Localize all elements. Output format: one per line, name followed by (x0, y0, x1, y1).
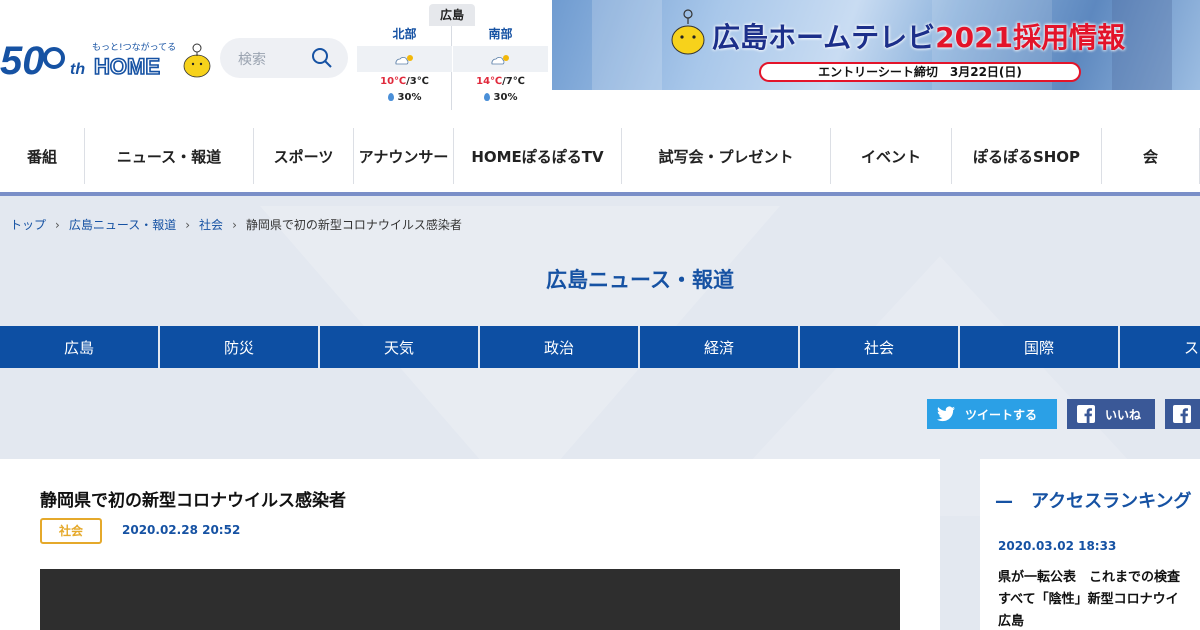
tweet-button[interactable]: ツイートする (927, 399, 1057, 429)
facebook-like-button[interactable]: いいね (1067, 399, 1155, 429)
weather-north-temp: 10℃/3℃ (380, 76, 429, 87)
category-tab[interactable]: 政治 (480, 326, 640, 368)
facebook-icon (1173, 405, 1191, 423)
nav-item[interactable]: 番組 (0, 128, 85, 184)
twitter-bird-icon (937, 406, 955, 422)
weather-south-temp: 14℃/7℃ (476, 76, 525, 87)
global-nav: 番組 ニュース・報道 スポーツ アナウンサー HOMEぽるぽるTV 試写会・プレゼント イベ… (0, 128, 1200, 184)
weather-south-name: 南部 (488, 27, 513, 41)
nav-item[interactable]: イベント (831, 128, 952, 184)
article-date: 2020.02.28 20:52 (122, 523, 241, 537)
article-category-tag[interactable]: 社会 (40, 518, 102, 544)
nav-item[interactable]: スポーツ (254, 128, 354, 184)
logo-tagline: もっと!つながってる (92, 41, 176, 53)
logo-anniv: 50 (0, 39, 45, 82)
breadcrumb-top[interactable]: トップ (10, 218, 46, 232)
category-tabs: 広島防災天気政治経済社会国際スポ (0, 326, 1200, 368)
ranking-sidebar: — アクセスランキング 2020.03.02 18:33 県が一転公表 これまで… (980, 459, 1200, 630)
breadcrumb-chevron-icon: › (232, 218, 237, 232)
nav-item[interactable]: 試写会・プレゼント (622, 128, 831, 184)
breadcrumb-news[interactable]: 広島ニュース・報道 (69, 218, 176, 232)
nav-item[interactable]: ぽるぽるSHOP (952, 128, 1102, 184)
article-card: 静岡県で初の新型コロナウイルス感染者 社会 2020.02.28 20:52 (0, 459, 940, 630)
nav-item[interactable]: アナウンサー (354, 128, 454, 184)
weather-region-tab[interactable]: 広島 (429, 4, 475, 26)
banner-building-shape (592, 0, 662, 90)
weather-north[interactable]: 北部 10℃/3℃ 30% (357, 26, 452, 110)
recruit-banner[interactable]: 広島ホームテレビ2021採用情報 エントリーシート締切 3月22日(日) (552, 0, 1200, 90)
ranking-item-title-line: すべて「陰性」新型コロナウイ (998, 592, 1179, 607)
weather-south-icon-bar (453, 46, 548, 72)
banner-title: 広島ホームテレビ2021採用情報 (712, 16, 1125, 56)
ranking-title: — アクセスランキング (995, 491, 1192, 512)
weather-north-hi: 10℃ (380, 76, 407, 87)
category-tab[interactable]: スポ (1120, 326, 1200, 368)
search-box[interactable]: 検索 (220, 38, 348, 78)
category-tab[interactable]: 経済 (640, 326, 800, 368)
nav-item[interactable]: 会 (1102, 128, 1200, 184)
breadcrumb: トップ › 広島ニュース・報道 › 社会 › 静岡県で初の新型コロナウイルス感染者 (10, 216, 462, 233)
cloudy-sun-icon (395, 55, 413, 65)
category-tab[interactable]: 広島 (0, 326, 160, 368)
nav-item[interactable]: ニュース・報道 (85, 128, 254, 184)
breadcrumb-chevron-icon: › (185, 218, 191, 232)
weather-widget: 広島 北部 10℃/3℃ 30% 南部 14℃/7℃ 30% (357, 0, 549, 110)
weather-south-rain-value: 30% (493, 92, 518, 103)
facebook-icon (1077, 405, 1095, 423)
site-logo[interactable]: 50 th もっと!つながってる HOME (0, 22, 215, 83)
weather-north-rain: 30% (357, 92, 452, 103)
raindrop-icon (387, 93, 394, 101)
banner-deadline: エントリーシート締切 3月22日(日) (759, 62, 1081, 82)
site-header: 50 th もっと!つながってる HOME 検索 広島 北部 10℃/3℃ 30… (0, 0, 1200, 110)
nav-item[interactable]: HOMEぽるぽるTV (454, 128, 622, 184)
cloudy-sun-icon (491, 55, 509, 65)
weather-south-rain: 30% (453, 92, 548, 103)
fifty-anniversary-logo-icon: 50 th もっと!つながってる HOME (0, 39, 211, 83)
search-icon[interactable] (310, 46, 334, 70)
category-tab[interactable]: 防災 (160, 326, 320, 368)
banner-year-title: 2021採用情報 (935, 21, 1126, 54)
article-title: 静岡県で初の新型コロナウイルス感染者 (40, 491, 346, 511)
breadcrumb-current: 静岡県で初の新型コロナウイルス感染者 (245, 218, 462, 232)
weather-south-lo: 7℃ (505, 76, 525, 87)
ranking-item-title-line: 広島 (998, 614, 1025, 629)
raindrop-icon (483, 93, 490, 101)
logo-brand: HOME (94, 54, 160, 79)
like-label: いいね (1105, 407, 1142, 422)
weather-south[interactable]: 南部 14℃/7℃ 30% (453, 26, 548, 110)
weather-north-lo: 3℃ (409, 76, 429, 87)
weather-north-name: 北部 (392, 27, 417, 41)
category-tab[interactable]: 国際 (960, 326, 1120, 368)
breadcrumb-chevron-icon: › (55, 218, 60, 232)
category-tab[interactable]: 天気 (320, 326, 480, 368)
ranking-item-date: 2020.03.02 18:33 (998, 539, 1117, 553)
banner-brand: 広島ホームテレビ (712, 21, 936, 54)
mascot-icon (671, 9, 705, 55)
tweet-label: ツイートする (965, 407, 1038, 422)
breadcrumb-category[interactable]: 社会 (199, 218, 223, 232)
logo-th: th (70, 61, 85, 78)
ranking-item-title-line: 県が一転公表 これまでの検査 (998, 570, 1181, 585)
search-input[interactable]: 検索 (238, 49, 266, 69)
ranking-item-title[interactable]: 県が一転公表 これまでの検査 すべて「陰性」新型コロナウイ 広島 (998, 567, 1200, 630)
video-player[interactable] (40, 569, 900, 630)
section-title: 広島ニュース・報道 (546, 268, 734, 292)
weather-north-rain-value: 30% (397, 92, 422, 103)
category-tab[interactable]: 社会 (800, 326, 960, 368)
weather-south-hi: 14℃ (476, 76, 503, 87)
weather-north-icon-bar (357, 46, 452, 72)
facebook-share-button[interactable] (1165, 399, 1200, 429)
